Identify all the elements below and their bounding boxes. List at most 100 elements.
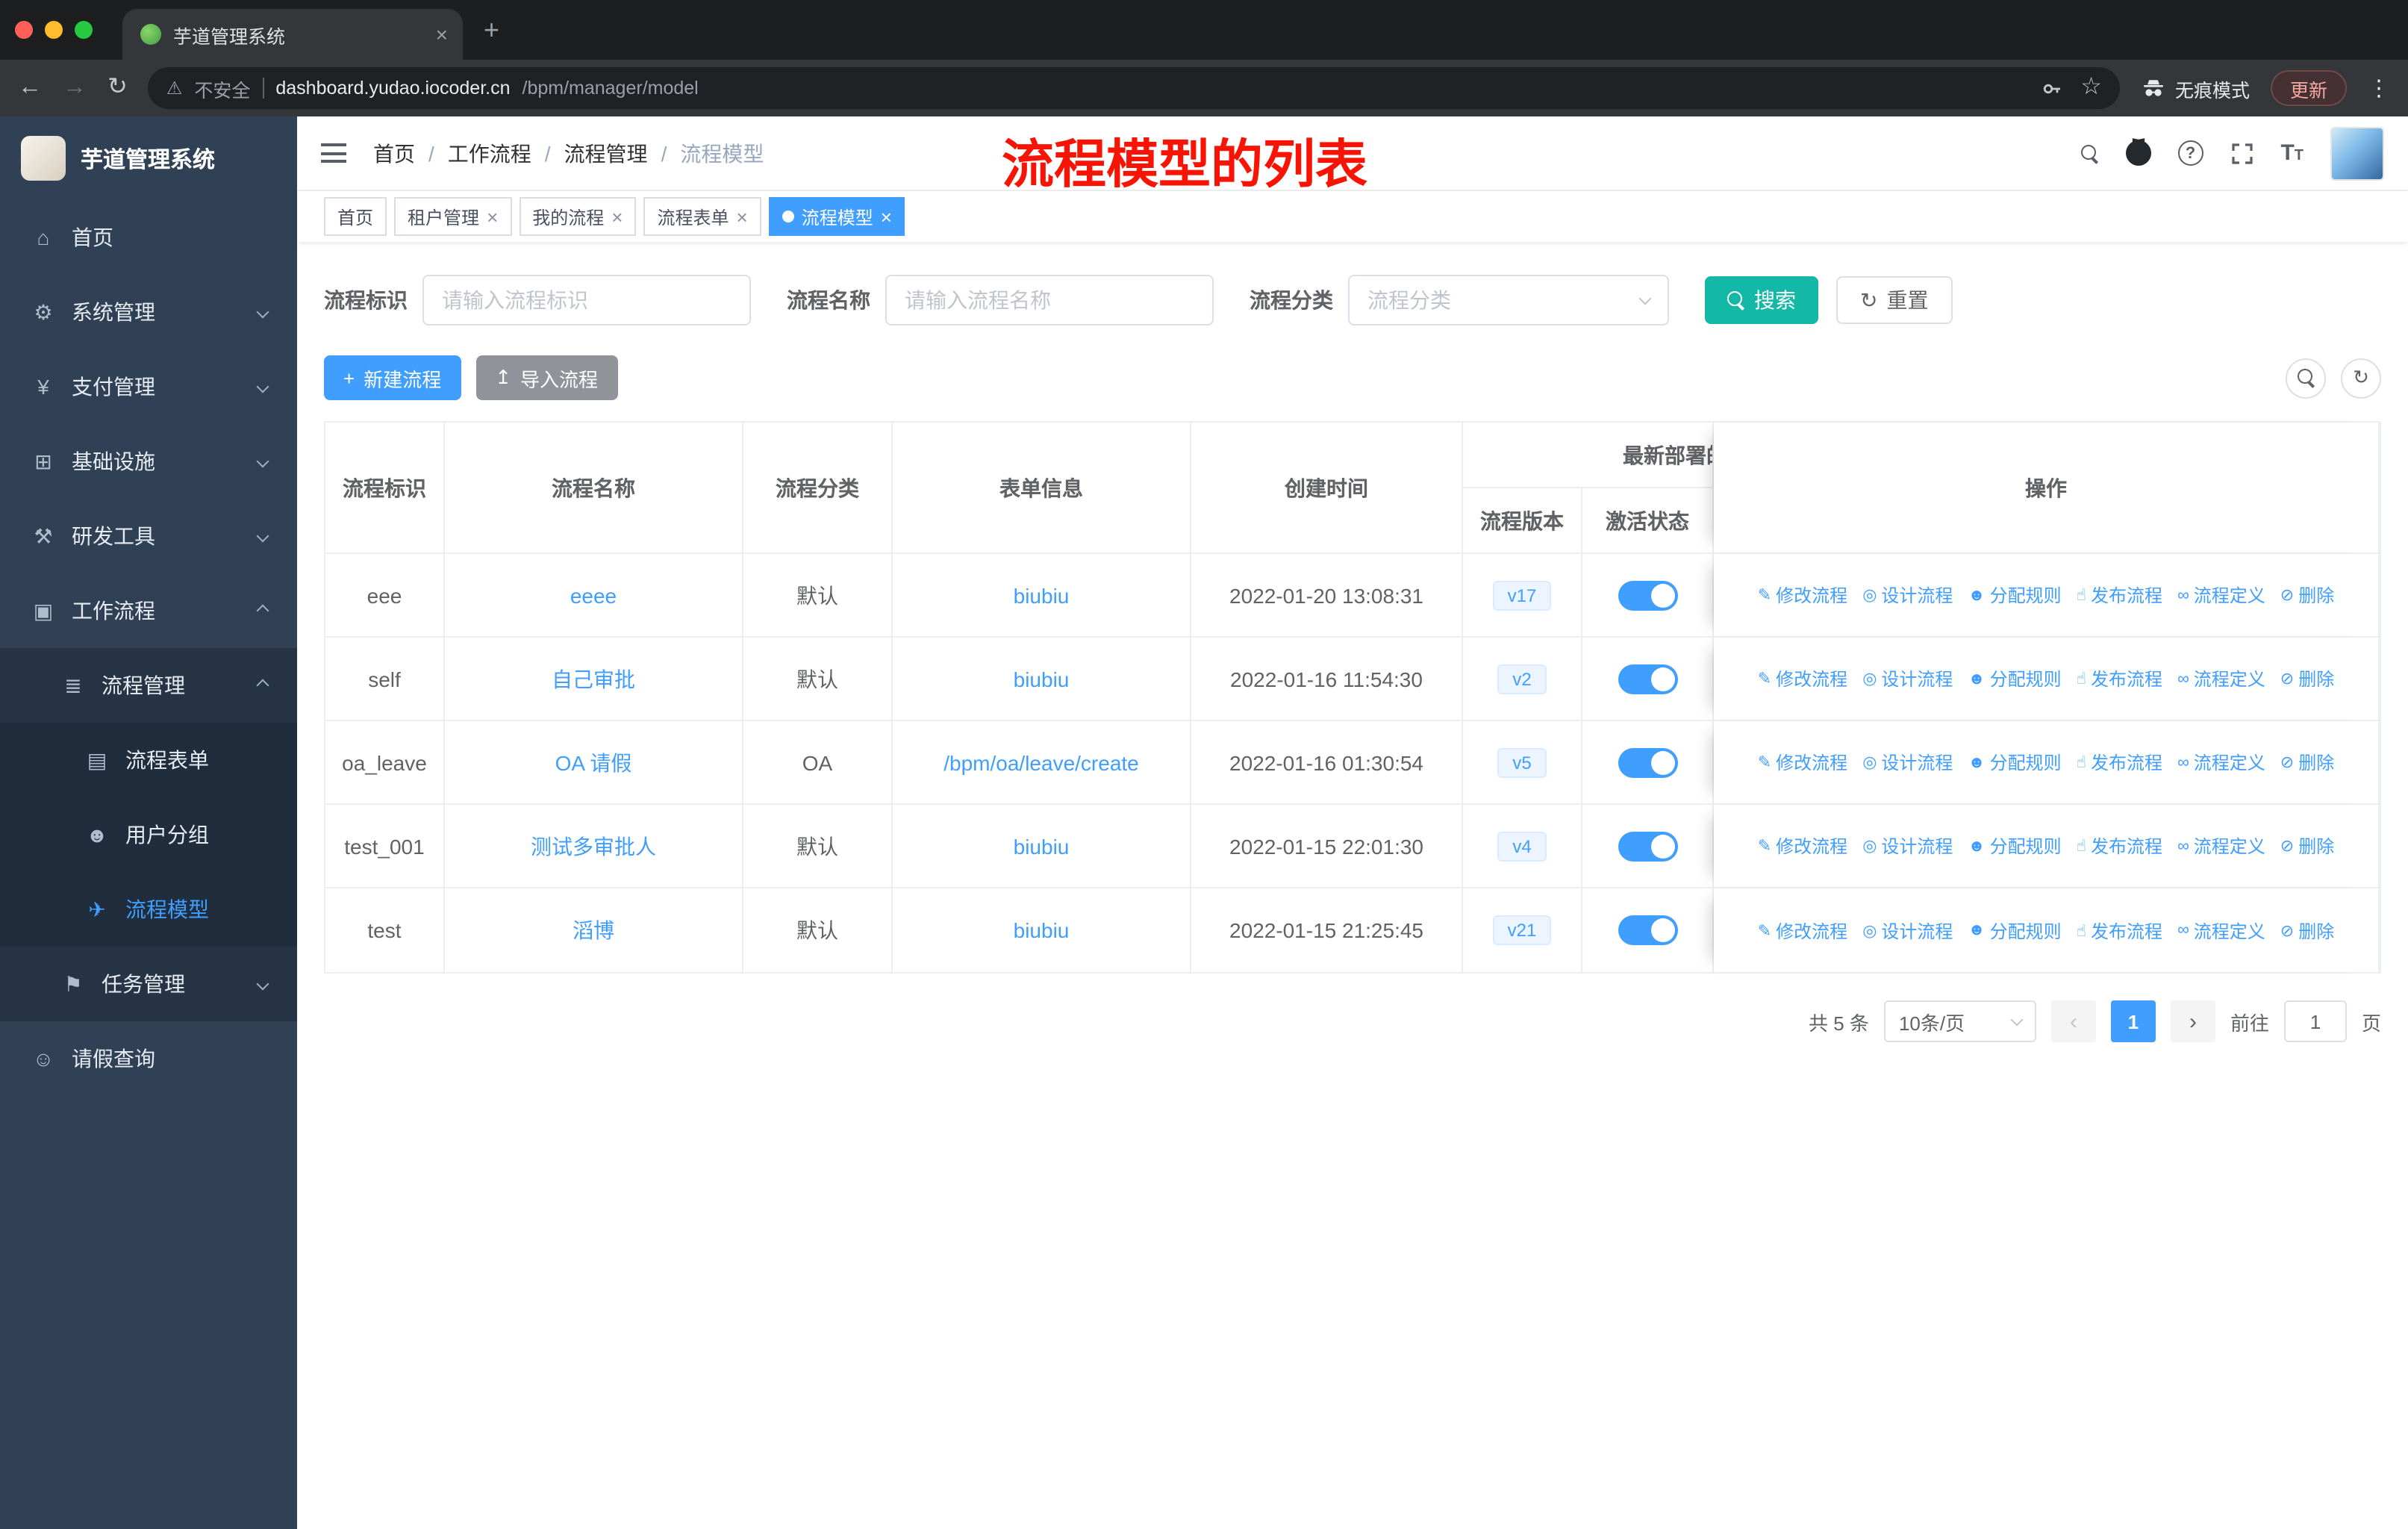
search-button[interactable]: 搜索 (1705, 276, 1818, 324)
form-info-link[interactable]: biubiu (1014, 918, 1070, 942)
bookmark-star-icon[interactable]: ☆ (2080, 75, 2102, 100)
key-icon[interactable] (2040, 77, 2062, 99)
github-icon[interactable] (2125, 140, 2151, 166)
process-name-link[interactable]: 测试多审批人 (531, 831, 656, 861)
publish-process-link[interactable]: ☝ 发布流程 (2077, 833, 2162, 859)
process-name-link[interactable]: OA 请假 (555, 747, 632, 777)
sidebar-item-workflow[interactable]: ▣ 工作流程 (0, 573, 297, 648)
sidebar-item-task-management[interactable]: ⚑ 任务管理 (0, 947, 297, 1021)
delete-link[interactable]: ⊘ 删除 (2280, 918, 2334, 943)
process-name-link[interactable]: 自己审批 (552, 664, 635, 694)
prev-page-button[interactable]: ‹ (2050, 1000, 2096, 1042)
close-icon[interactable]: × (611, 205, 623, 228)
publish-process-link[interactable]: ☝ 发布流程 (2077, 750, 2162, 775)
breadcrumb-item[interactable]: 首页 (373, 138, 415, 168)
active-toggle[interactable] (1618, 747, 1677, 777)
new-tab-button[interactable]: + (484, 0, 499, 60)
process-definition-link[interactable]: ∞ 流程定义 (2177, 666, 2265, 691)
assign-rule-link[interactable]: ☻ 分配规则 (1968, 666, 2061, 691)
tab-home[interactable]: 首页 (324, 197, 387, 236)
minimize-button[interactable] (45, 21, 63, 39)
assign-rule-link[interactable]: ☻ 分配规则 (1968, 750, 2061, 775)
delete-link[interactable]: ⊘ 删除 (2280, 666, 2334, 691)
sidebar-item-leave-query[interactable]: ☺ 请假查询 (0, 1021, 297, 1096)
sidebar-item-dev-tools[interactable]: ⚒ 研发工具 (0, 499, 297, 573)
publish-process-link[interactable]: ☝ 发布流程 (2077, 918, 2162, 943)
update-button[interactable]: 更新 (2270, 70, 2347, 106)
browser-tab[interactable]: 芋道管理系统 × (122, 9, 463, 60)
sidebar-item-infrastructure[interactable]: ⊞ 基础设施 (0, 424, 297, 499)
process-definition-link[interactable]: ∞ 流程定义 (2177, 833, 2265, 859)
sidebar-item-process-form[interactable]: ▤ 流程表单 (0, 723, 297, 797)
delete-link[interactable]: ⊘ 删除 (2280, 582, 2334, 608)
forward-icon[interactable]: → (63, 75, 87, 100)
breadcrumb-item[interactable]: 工作流程 (448, 138, 531, 168)
edit-process-link[interactable]: ✎ 修改流程 (1758, 918, 1847, 943)
delete-link[interactable]: ⊘ 删除 (2280, 750, 2334, 775)
tab-close-icon[interactable]: × (436, 22, 448, 46)
form-info-link[interactable]: /bpm/oa/leave/create (943, 750, 1139, 774)
form-info-link[interactable]: biubiu (1014, 834, 1070, 858)
publish-process-link[interactable]: ☝ 发布流程 (2077, 582, 2162, 608)
active-toggle[interactable] (1618, 580, 1677, 610)
active-toggle[interactable] (1618, 915, 1677, 945)
design-process-link[interactable]: ◎ 设计流程 (1862, 666, 1953, 691)
page-size-select[interactable]: 10条/页 (1883, 1000, 2036, 1042)
process-definition-link[interactable]: ∞ 流程定义 (2177, 750, 2265, 775)
reload-icon[interactable]: ↻ (107, 75, 128, 100)
create-process-button[interactable]: + 新建流程 (324, 355, 461, 400)
fullscreen-icon[interactable] (2230, 141, 2253, 165)
edit-process-link[interactable]: ✎ 修改流程 (1758, 833, 1847, 859)
process-name-link[interactable]: 滔博 (573, 915, 614, 945)
user-avatar[interactable] (2330, 126, 2384, 180)
goto-page-input[interactable] (2283, 1000, 2347, 1042)
sidebar-item-user-group[interactable]: ☻ 用户分组 (0, 797, 297, 872)
edit-process-link[interactable]: ✎ 修改流程 (1758, 582, 1847, 608)
sidebar-item-payment-management[interactable]: ¥ 支付管理 (0, 349, 297, 424)
current-page-button[interactable]: 1 (2110, 1000, 2156, 1042)
active-toggle[interactable] (1618, 831, 1677, 861)
import-process-button[interactable]: ↥ 导入流程 (475, 355, 618, 400)
close-button[interactable] (15, 21, 33, 39)
tab-tenant-management[interactable]: 租户管理 × (394, 197, 512, 236)
process-definition-link[interactable]: ∞ 流程定义 (2177, 918, 2265, 943)
close-icon[interactable]: × (737, 205, 748, 228)
design-process-link[interactable]: ◎ 设计流程 (1862, 918, 1953, 943)
font-size-icon[interactable]: TT (2280, 140, 2303, 166)
process-name-input[interactable] (885, 275, 1214, 326)
tab-process-form[interactable]: 流程表单 × (643, 197, 761, 236)
delete-link[interactable]: ⊘ 删除 (2280, 833, 2334, 859)
back-icon[interactable]: ← (18, 75, 42, 100)
sidebar-item-home[interactable]: ⌂ 首页 (0, 200, 297, 275)
edit-process-link[interactable]: ✎ 修改流程 (1758, 666, 1847, 691)
help-icon[interactable] (2177, 140, 2203, 166)
assign-rule-link[interactable]: ☻ 分配规则 (1968, 833, 2061, 859)
refresh-table-button[interactable]: ↻ (2341, 358, 2381, 398)
tab-my-process[interactable]: 我的流程 × (519, 197, 637, 236)
sidebar-item-system-management[interactable]: ⚙ 系统管理 (0, 275, 297, 349)
active-toggle[interactable] (1618, 664, 1677, 694)
form-info-link[interactable]: biubiu (1014, 667, 1070, 691)
design-process-link[interactable]: ◎ 设计流程 (1862, 750, 1953, 775)
design-process-link[interactable]: ◎ 设计流程 (1862, 833, 1953, 859)
reset-button[interactable]: ↻ 重置 (1836, 276, 1953, 324)
design-process-link[interactable]: ◎ 设计流程 (1862, 582, 1953, 608)
toggle-search-button[interactable] (2286, 358, 2326, 398)
close-icon[interactable]: × (487, 205, 498, 228)
search-icon[interactable] (2080, 144, 2098, 162)
sidebar-item-process-management[interactable]: ≣ 流程管理 (0, 648, 297, 723)
sidebar-item-process-model[interactable]: ✈ 流程模型 (0, 872, 297, 947)
publish-process-link[interactable]: ☝ 发布流程 (2077, 666, 2162, 691)
close-icon[interactable]: × (881, 205, 892, 228)
browser-menu-icon[interactable]: ⋮ (2368, 75, 2390, 102)
assign-rule-link[interactable]: ☻ 分配规则 (1968, 582, 2061, 608)
sidebar-toggle-icon[interactable] (321, 143, 346, 163)
process-category-select[interactable]: 流程分类 (1348, 275, 1669, 326)
form-info-link[interactable]: biubiu (1014, 583, 1070, 607)
tab-process-model[interactable]: 流程模型 × (768, 197, 905, 236)
edit-process-link[interactable]: ✎ 修改流程 (1758, 750, 1847, 775)
process-name-link[interactable]: eeee (570, 583, 617, 607)
zoom-button[interactable] (75, 21, 93, 39)
assign-rule-link[interactable]: ☻ 分配规则 (1968, 918, 2061, 943)
process-id-input[interactable] (422, 275, 751, 326)
